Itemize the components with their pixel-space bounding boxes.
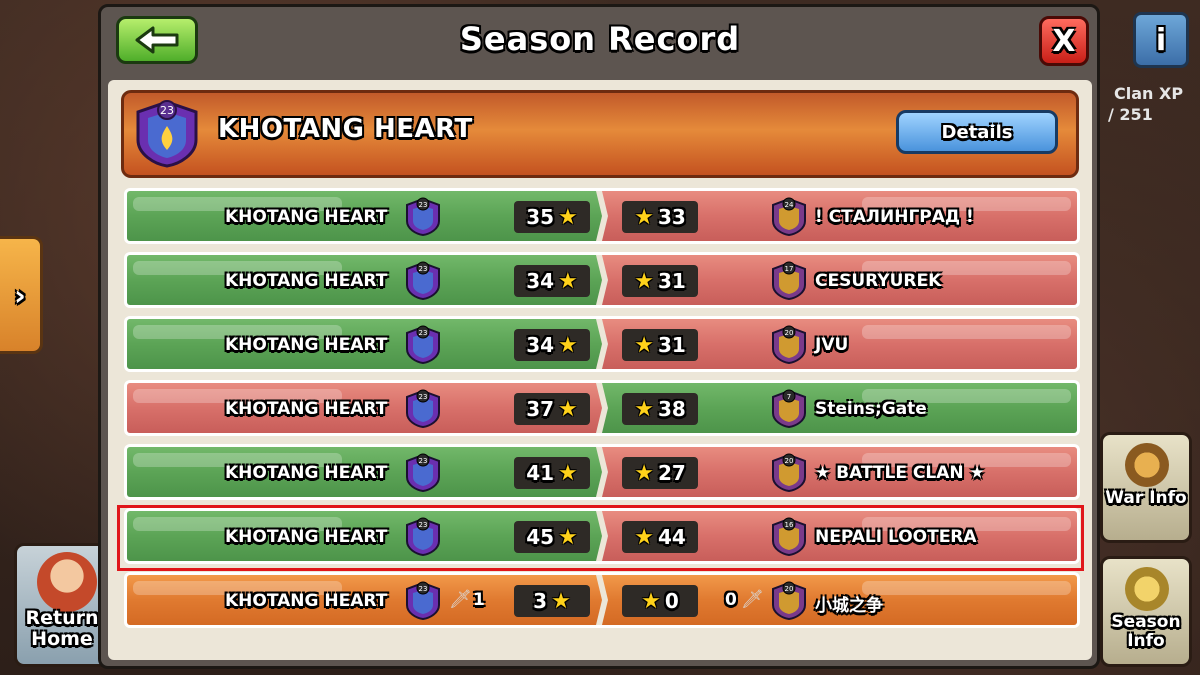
our-clan-badge-icon: 23 — [405, 325, 441, 365]
selected-row-highlight — [117, 505, 1084, 571]
svg-text:23: 23 — [419, 201, 428, 209]
star-icon: ★ — [551, 588, 571, 614]
our-stars: 34 ★ — [514, 329, 590, 361]
our-stars: 41 ★ — [514, 457, 590, 489]
war-record-row[interactable]: KHOTANG HEART 23 3 ★ ★ 0 20 小城之争 🗡 1 0 🗡 — [124, 572, 1080, 628]
our-clan-badge-icon: 23 — [405, 453, 441, 493]
war-record-row[interactable]: KHOTANG HEART 23 34 ★ ★ 31 20 JVU — [124, 316, 1080, 372]
svg-text:20: 20 — [785, 585, 794, 593]
our-clan-badge-icon: 23 — [405, 261, 441, 301]
our-clan-name: KHOTANG HEART — [225, 591, 388, 611]
our-attacks-count: 1 — [473, 590, 485, 610]
star-icon: ★ — [634, 332, 654, 358]
clan-xp-value: / 251 — [1108, 105, 1153, 124]
opponent-stars: ★ 38 — [622, 393, 698, 425]
season-info-button[interactable]: Season Info — [1100, 556, 1192, 667]
star-icon: ★ — [558, 396, 578, 422]
star-icon: ★ — [634, 460, 654, 486]
our-clan-name: KHOTANG HEART — [225, 271, 388, 291]
chevron-right-icon: › — [14, 278, 26, 312]
svg-text:23: 23 — [419, 585, 428, 593]
svg-text:23: 23 — [419, 457, 428, 465]
close-button[interactable]: X — [1039, 16, 1089, 66]
our-clan-badge-icon: 23 — [405, 197, 441, 237]
opponent-clan-name: JVU — [815, 335, 849, 355]
opponent-stars: ★ 27 — [622, 457, 698, 489]
our-stars: 3 ★ — [514, 585, 590, 617]
arrow-left-icon — [135, 26, 179, 54]
star-icon: ★ — [634, 204, 654, 230]
our-stars: 37 ★ — [514, 393, 590, 425]
svg-text:23: 23 — [419, 329, 428, 337]
star-icon: ★ — [634, 396, 654, 422]
our-clan-badge-icon: 23 — [405, 581, 441, 621]
svg-text:20: 20 — [785, 457, 794, 465]
sword-icon: 🗡 — [449, 589, 472, 610]
star-icon: ★ — [641, 588, 661, 614]
our-clan-badge-icon: 23 — [405, 389, 441, 429]
svg-text:23: 23 — [419, 265, 428, 273]
return-home-button[interactable]: Return Home — [14, 543, 110, 667]
star-icon: ★ — [558, 332, 578, 358]
star-icon: ★ — [558, 204, 578, 230]
our-stars: 35 ★ — [514, 201, 590, 233]
our-clan-name: KHOTANG HEART — [225, 399, 388, 419]
opponent-clan-badge-icon: 7 — [771, 389, 807, 429]
details-button[interactable]: Details — [896, 110, 1058, 154]
our-clan-name: KHOTANG HEART — [225, 335, 388, 355]
war-info-button[interactable]: War Info — [1100, 432, 1192, 543]
clan-name: KHOTANG HEART — [218, 114, 473, 144]
clan-xp-label: Clan XP — [1114, 84, 1184, 103]
clan-badge-icon: 23 — [136, 100, 198, 168]
svg-text:17: 17 — [785, 265, 794, 273]
svg-text:23: 23 — [419, 393, 428, 401]
opponent-clan-name: CESURYUREK — [815, 271, 942, 291]
return-home-label: Return Home — [25, 607, 99, 650]
war-record-row[interactable]: KHOTANG HEART 23 34 ★ ★ 31 17 CESURYUREK — [124, 252, 1080, 308]
opponent-clan-name: 小城之争 — [815, 596, 883, 616]
our-clan-name: KHOTANG HEART — [225, 463, 388, 483]
opponent-attacks-count: 0 — [725, 590, 737, 610]
crossed-swords-icon — [1125, 443, 1169, 487]
star-icon: ★ — [634, 268, 654, 294]
opponent-stars: ★ 33 — [622, 201, 698, 233]
sword-icon: 🗡 — [741, 589, 764, 610]
opponent-clan-badge-icon: 20 — [771, 325, 807, 365]
season-info-label: Season Info — [1111, 612, 1181, 651]
opponent-stars: ★ 0 — [622, 585, 698, 617]
opponent-clan-badge-icon: 20 — [771, 453, 807, 493]
svg-text:7: 7 — [787, 393, 791, 401]
opponent-clan-badge-icon: 24 — [771, 197, 807, 237]
back-button[interactable] — [116, 16, 198, 64]
star-icon: ★ — [558, 268, 578, 294]
expand-panel-tab[interactable]: › — [0, 236, 43, 354]
close-icon: X — [1052, 23, 1076, 59]
svg-text:20: 20 — [785, 329, 794, 337]
opponent-clan-name: ★ BATTLE CLAN ★ — [815, 463, 985, 483]
svg-text:24: 24 — [785, 201, 794, 209]
war-record-row[interactable]: KHOTANG HEART 23 41 ★ ★ 27 20 ★ BATTLE CLA… — [124, 444, 1080, 500]
opponent-clan-badge-icon: 20 — [771, 581, 807, 621]
trophy-icon — [1125, 567, 1169, 611]
our-stars: 34 ★ — [514, 265, 590, 297]
opponent-clan-name: Steins;Gate — [815, 399, 927, 419]
war-record-row[interactable]: KHOTANG HEART 23 37 ★ ★ 38 7 Steins;Gate — [124, 380, 1080, 436]
war-record-row[interactable]: KHOTANG HEART 23 35 ★ ★ 33 24 ! СТАЛИНГРАД… — [124, 188, 1080, 244]
opponent-stars: ★ 31 — [622, 329, 698, 361]
star-icon: ★ — [558, 460, 578, 486]
opponent-clan-name: ! СТАЛИНГРАД ! — [815, 207, 974, 227]
villager-avatar-icon — [37, 552, 97, 612]
our-clan-name: KHOTANG HEART — [225, 207, 388, 227]
war-info-label: War Info — [1105, 488, 1187, 508]
opponent-stars: ★ 31 — [622, 265, 698, 297]
opponent-clan-badge-icon: 17 — [771, 261, 807, 301]
svg-text:23: 23 — [160, 104, 174, 117]
